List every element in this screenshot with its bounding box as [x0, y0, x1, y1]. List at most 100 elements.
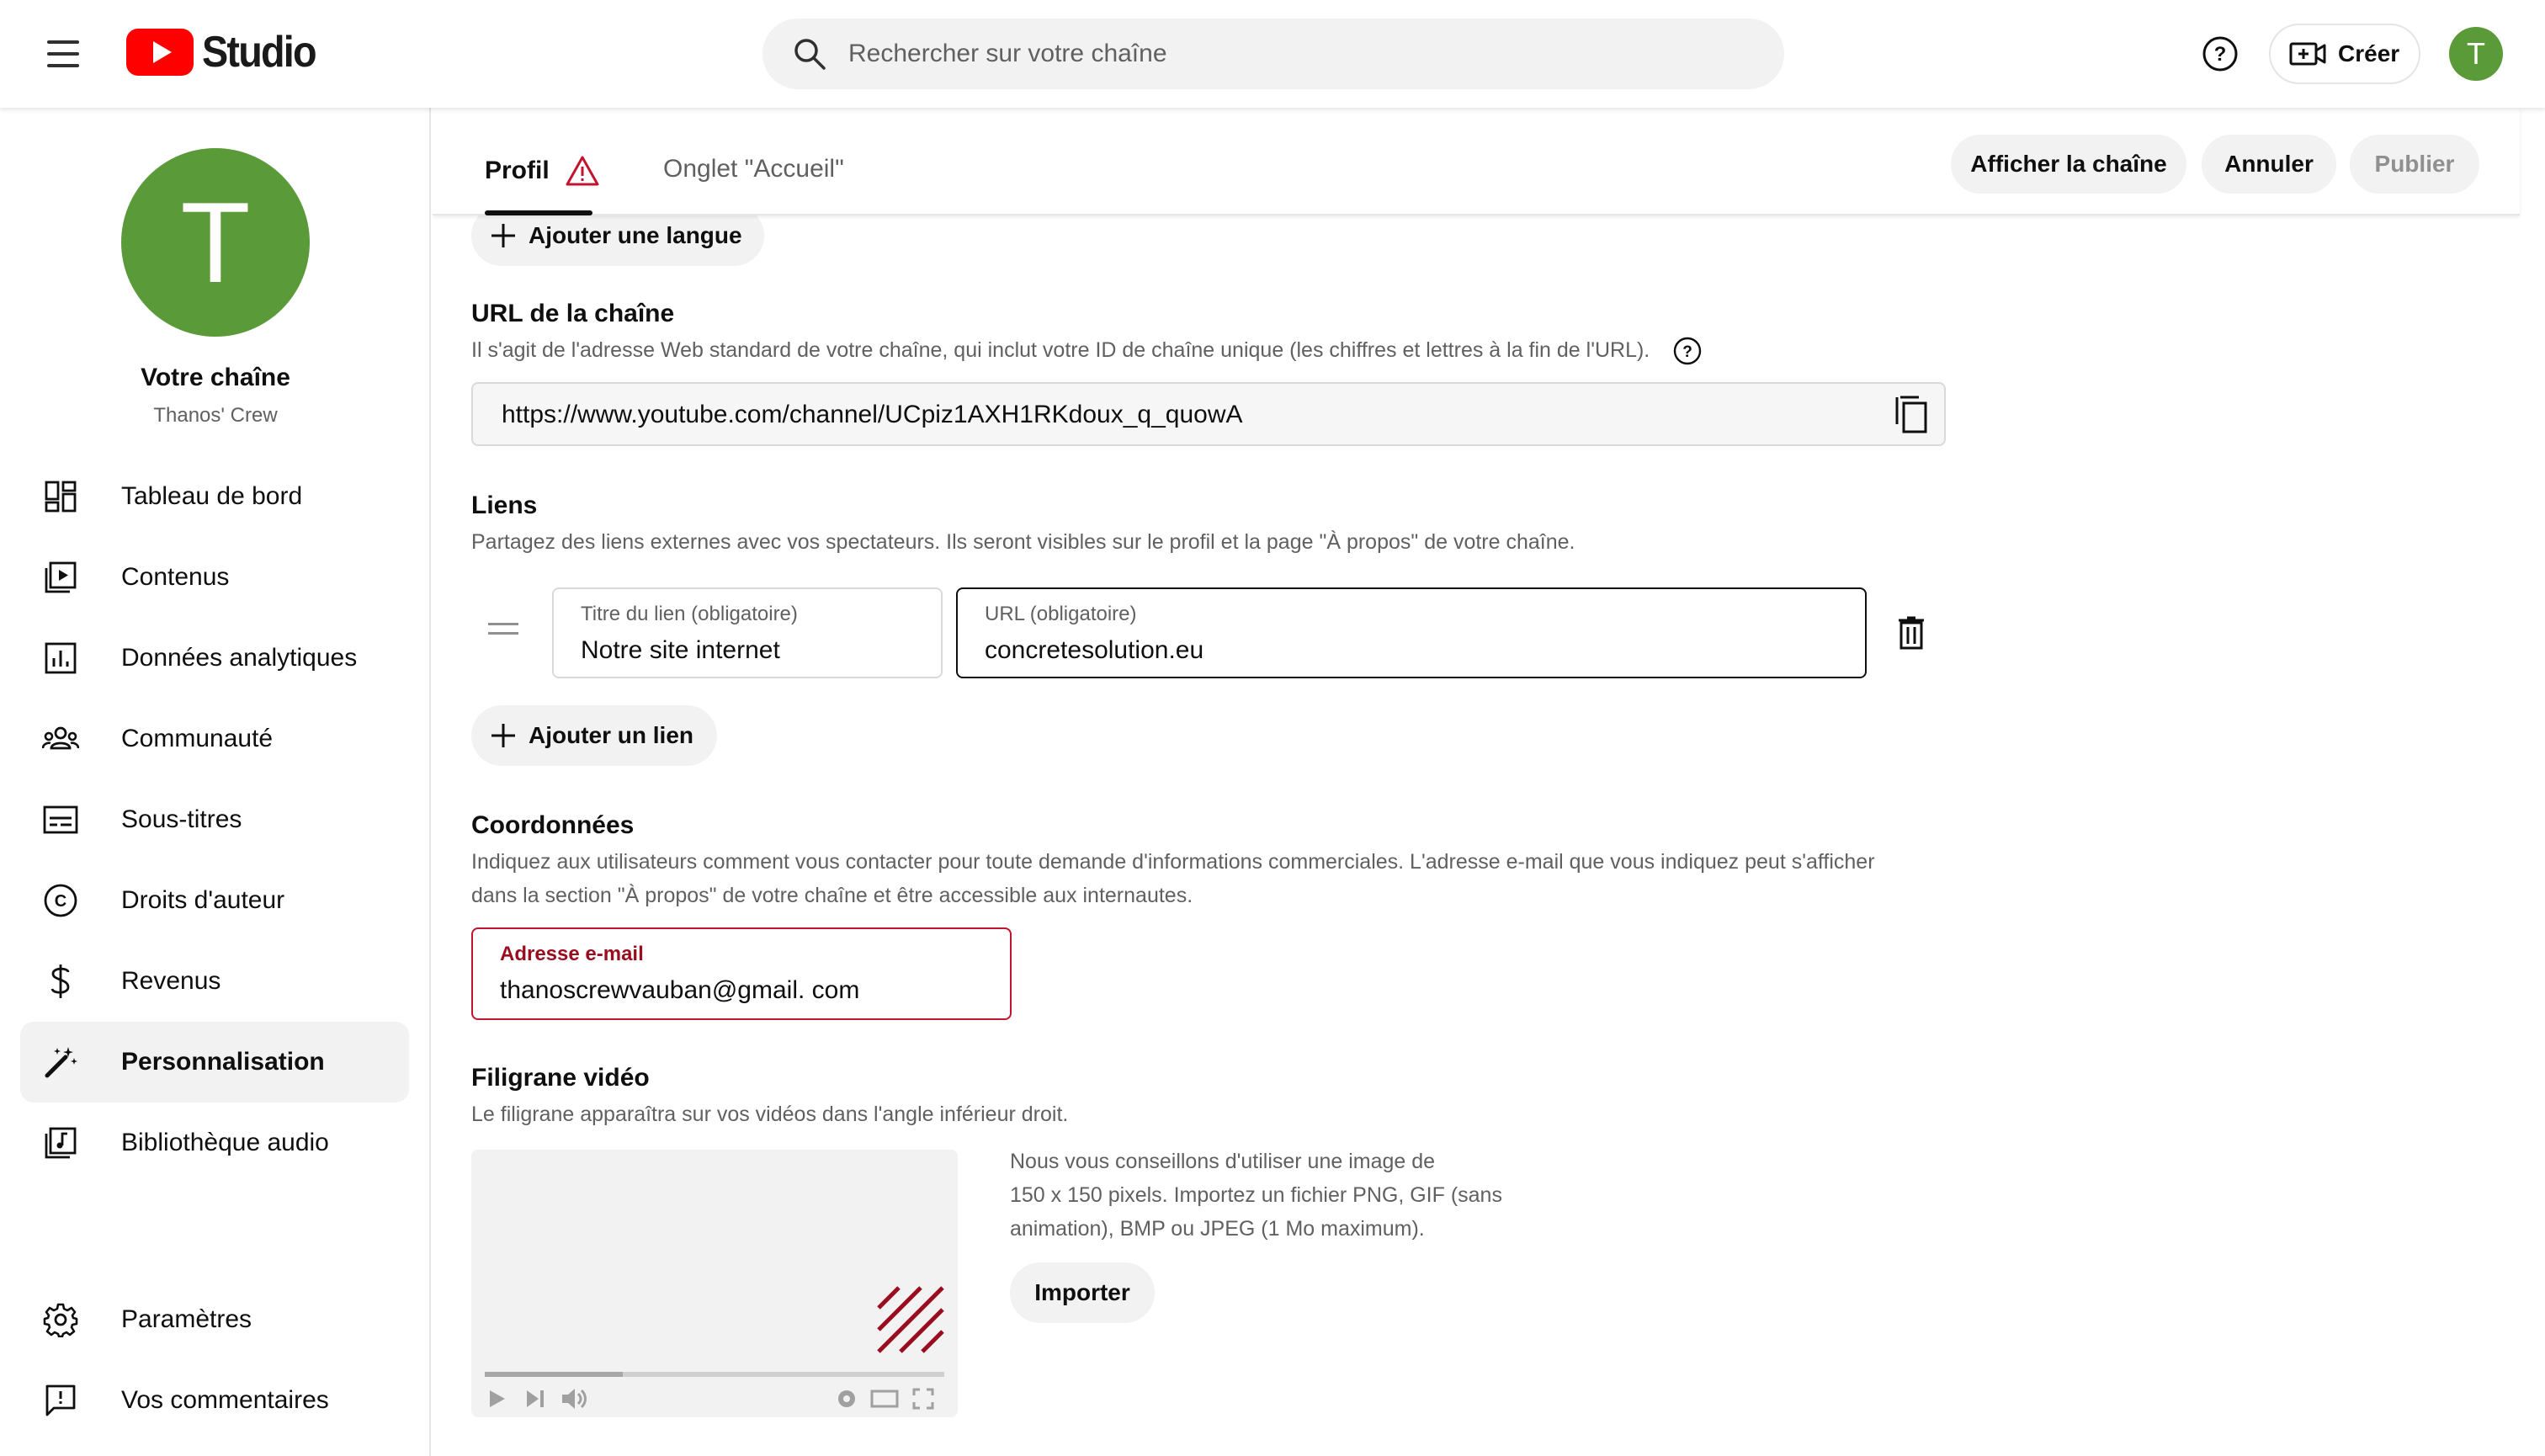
audio-library-icon	[45, 1127, 77, 1159]
sidebar-item-label: Bibliothèque audio	[121, 1129, 329, 1156]
fullscreen-icon	[912, 1388, 934, 1410]
menu-icon[interactable]	[44, 37, 84, 71]
volume-icon	[562, 1389, 587, 1409]
studio-logo[interactable]: Studio	[126, 25, 328, 79]
active-tab-indicator	[485, 210, 592, 215]
svg-text:?: ?	[2214, 43, 2227, 66]
create-video-icon	[2289, 42, 2326, 66]
url-section-description: Il s'agit de l'adresse Web standard de v…	[471, 333, 1703, 367]
add-link-label: Ajouter un lien	[529, 722, 693, 748]
plus-icon	[491, 224, 515, 247]
svg-text:C: C	[55, 892, 66, 911]
sidebar-item-content[interactable]: Contenus	[20, 537, 409, 618]
subtitles-icon	[43, 805, 78, 834]
top-bar: Studio ? Créer T	[0, 0, 2545, 108]
channel-name: Thanos' Crew	[153, 404, 278, 427]
sidebar-item-label: Données analytiques	[121, 644, 358, 672]
svg-text:?: ?	[1682, 343, 1692, 361]
progress-bar	[485, 1372, 944, 1377]
sidebar: T Votre chaîne Thanos' Crew Tableau de b…	[0, 108, 431, 1456]
watermark-hint-line2: 150 x 150 pixels. Importez un fichier PN…	[1010, 1183, 1502, 1207]
link-title-field[interactable]: Titre du lien (obligatoire) Notre site i…	[552, 587, 943, 678]
sidebar-item-label: Tableau de bord	[121, 482, 303, 510]
dashboard-icon	[45, 481, 77, 513]
sidebar-item-earn[interactable]: Revenus	[20, 941, 409, 1022]
link-url-label: URL (obligatoire)	[985, 603, 1137, 625]
sidebar-item-audio-library[interactable]: Bibliothèque audio	[20, 1103, 409, 1183]
link-title-label: Titre du lien (obligatoire)	[581, 603, 798, 625]
sidebar-item-subtitles[interactable]: Sous-titres	[20, 779, 409, 860]
publish-button[interactable]: Publier	[2350, 135, 2479, 194]
sidebar-item-customization[interactable]: Personnalisation	[20, 1022, 409, 1103]
view-channel-button[interactable]: Afficher la chaîne	[1951, 135, 2186, 194]
plus-icon	[491, 724, 515, 747]
email-field[interactable]: Adresse e-mail thanoscrewvauban@gmail. c…	[471, 927, 1012, 1020]
cancel-button[interactable]: Annuler	[2202, 135, 2336, 194]
sidebar-item-label: Contenus	[121, 563, 230, 591]
sidebar-item-feedback[interactable]: Vos commentaires	[20, 1360, 409, 1441]
search-input[interactable]	[848, 40, 1690, 68]
content-icon	[45, 561, 77, 593]
account-avatar[interactable]: T	[2449, 27, 2503, 81]
main-content: Ajouter une langue URL de la chaîne Il s…	[433, 108, 2545, 1456]
settings-gear-icon	[838, 1390, 855, 1407]
copyright-icon: C	[44, 884, 77, 917]
copy-icon[interactable]	[1894, 394, 1929, 434]
create-button[interactable]: Créer	[2269, 24, 2420, 84]
sidebar-item-label: Revenus	[121, 967, 221, 995]
watermark-section-title: Filigrane vidéo	[471, 1064, 650, 1092]
drag-handle-icon[interactable]	[488, 623, 518, 636]
import-button[interactable]: Importer	[1010, 1262, 1155, 1323]
sidebar-item-label: Sous-titres	[121, 805, 242, 833]
progress-fill	[485, 1372, 623, 1377]
play-icon	[490, 1390, 505, 1407]
sidebar-item-label: Personnalisation	[121, 1048, 325, 1076]
sidebar-item-settings[interactable]: Paramètres	[20, 1279, 409, 1360]
warning-icon	[566, 156, 599, 186]
sidebar-item-dashboard[interactable]: Tableau de bord	[20, 456, 409, 537]
watermark-preview	[471, 1150, 958, 1417]
watermark-section-description: Le filigrane apparaîtra sur vos vidéos d…	[471, 1103, 1069, 1126]
contact-section-title: Coordonnées	[471, 811, 635, 839]
link-url-value: concretesolution.eu	[985, 636, 1204, 664]
tab-profile[interactable]: Profil	[485, 155, 600, 187]
sidebar-item-label: Paramètres	[121, 1305, 252, 1333]
next-icon	[527, 1390, 544, 1407]
search-bar[interactable]	[762, 19, 1784, 89]
sidebar-item-copyright[interactable]: C Droits d'auteur	[20, 860, 409, 941]
channel-avatar[interactable]: T	[121, 148, 310, 337]
link-url-field[interactable]: URL (obligatoire) concretesolution.eu	[956, 587, 1867, 678]
tab-bar: Profil Onglet "Accueil" Afficher la chaî…	[433, 108, 2520, 215]
profile-form[interactable]: Ajouter une langue URL de la chaîne Il s…	[433, 108, 2520, 1456]
analytics-icon	[45, 642, 77, 674]
email-value: thanoscrewvauban@gmail. com	[500, 976, 860, 1004]
sidebar-item-label: Vos commentaires	[121, 1386, 329, 1414]
tab-profile-label: Profil	[485, 157, 550, 184]
search-icon[interactable]	[793, 37, 826, 71]
sidebar-item-label: Communauté	[121, 725, 274, 752]
links-section-description: Partagez des liens externes avec vos spe…	[471, 530, 1575, 554]
help-icon[interactable]: ?	[2200, 34, 2240, 74]
watermark-hint: Nous vous conseillons d'utiliser une ima…	[1010, 1145, 1549, 1246]
links-section-title: Liens	[471, 492, 538, 519]
add-language-label: Ajouter une langue	[529, 222, 742, 248]
studio-wordmark: Studio	[202, 28, 317, 77]
url-description-text: Il s'agit de l'adresse Web standard de v…	[471, 338, 1650, 362]
watermark-placeholder-icon	[877, 1286, 944, 1353]
theater-mode-icon	[870, 1390, 899, 1408]
url-section-title: URL de la chaîne	[471, 300, 675, 327]
create-button-label: Créer	[2338, 40, 2400, 66]
sidebar-item-community[interactable]: Communauté	[20, 699, 409, 779]
tab-home[interactable]: Onglet "Accueil"	[663, 155, 844, 183]
add-link-button[interactable]: Ajouter un lien	[471, 705, 717, 766]
gear-icon	[43, 1303, 78, 1337]
sidebar-item-label: Droits d'auteur	[121, 886, 285, 914]
watermark-hint-line3: animation), BMP ou JPEG (1 Mo maximum).	[1010, 1217, 1425, 1241]
feedback-icon	[45, 1384, 76, 1416]
channel-url-field[interactable]: https://www.youtube.com/channel/UCpiz1AX…	[471, 382, 1946, 446]
sidebar-item-analytics[interactable]: Données analytiques	[20, 618, 409, 699]
help-icon[interactable]: ?	[1672, 336, 1703, 366]
contact-section-description-line1: Indiquez aux utilisateurs comment vous c…	[471, 850, 1875, 874]
magic-wand-icon	[45, 1047, 77, 1078]
delete-icon[interactable]	[1897, 615, 1926, 651]
